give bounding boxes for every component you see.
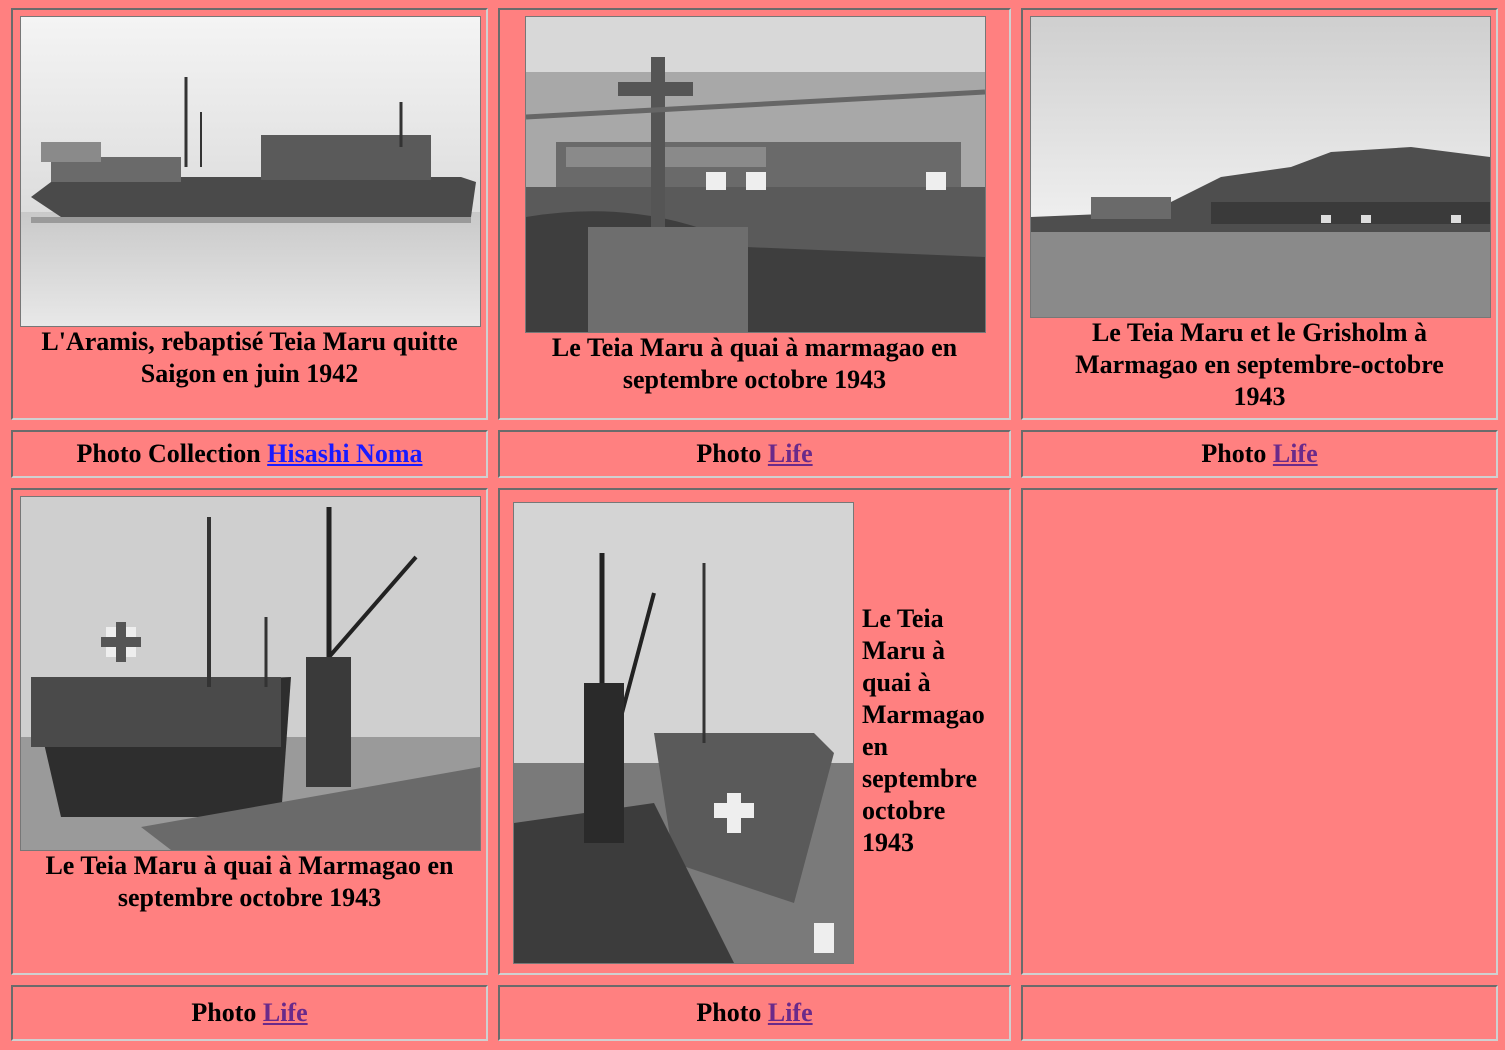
credit-prefix: Photo Collection	[76, 439, 261, 468]
credit-link-life[interactable]: Life	[1273, 439, 1318, 468]
photo-cell-teia-maru-quai: Le Teia Maru à quai à marmagao en septem…	[498, 8, 1011, 420]
credit-link-life[interactable]: Life	[263, 998, 308, 1027]
caption-line: Le Teia	[862, 604, 944, 633]
caption-line: Maru à	[862, 636, 946, 665]
photo-cell-teia-maru-grisholm: Le Teia Maru et le Grisholm à Marmagao e…	[1021, 8, 1498, 420]
credit-prefix: Photo	[696, 998, 762, 1027]
photo-cell-aramis-saigon: L'Aramis, rebaptisé Teia Maru quitte Sai…	[11, 8, 488, 420]
photo-credit: Photo Life	[13, 997, 486, 1029]
photo-credit: Photo Life	[500, 997, 1009, 1029]
credit-link-life[interactable]: Life	[768, 439, 813, 468]
credit-link-life[interactable]: Life	[768, 998, 813, 1027]
empty-cell	[1021, 488, 1498, 975]
photo-teia-maru-crane	[20, 496, 481, 851]
photo-teia-maru-grisholm	[1030, 16, 1491, 318]
caption-line: septembre	[862, 764, 978, 793]
empty-credit-cell	[1021, 985, 1498, 1041]
photo-caption: Le Teia Maru à quai à Marmagao en septem…	[45, 851, 454, 912]
photo-credit: Photo Collection Hisashi Noma	[13, 438, 486, 470]
photo-teia-maru-cross	[525, 16, 986, 333]
credit-prefix: Photo	[696, 439, 762, 468]
credit-cell: Photo Life	[11, 985, 488, 1041]
photo-cell-teia-maru-bow: Le Teia Maru à quai à Marmagao en septem…	[498, 488, 1011, 975]
credit-link-hisashi-noma[interactable]: Hisashi Noma	[267, 439, 422, 468]
photo-cell-teia-maru-crane: Le Teia Maru à quai à Marmagao en septem…	[11, 488, 488, 975]
credit-prefix: Photo	[191, 998, 257, 1027]
photo-caption: Le Teia Maru et le Grisholm à Marmagao e…	[1075, 318, 1444, 411]
caption-line: Marmagao	[862, 700, 985, 729]
credit-cell: Photo Life	[498, 985, 1011, 1041]
caption-line: en	[862, 732, 888, 761]
photo-credit: Photo Life	[500, 438, 1009, 470]
caption-line: 1943	[862, 828, 914, 857]
photo-caption: Le Teia Maru à quai à marmagao en septem…	[551, 333, 958, 394]
side-caption: Le Teia Maru à quai à Marmagao en septem…	[862, 603, 1007, 859]
credit-cell: Photo Collection Hisashi Noma	[11, 430, 488, 478]
photo-teia-maru-bow	[513, 502, 854, 964]
caption-line: octobre	[862, 796, 946, 825]
caption-line: quai à	[862, 668, 931, 697]
credit-cell: Photo Life	[498, 430, 1011, 478]
photo-caption: L'Aramis, rebaptisé Teia Maru quitte Sai…	[41, 327, 458, 388]
photo-credit: Photo Life	[1023, 438, 1496, 470]
credit-cell: Photo Life	[1021, 430, 1498, 478]
photo-aramis-saigon	[20, 16, 481, 327]
credit-prefix: Photo	[1201, 439, 1267, 468]
